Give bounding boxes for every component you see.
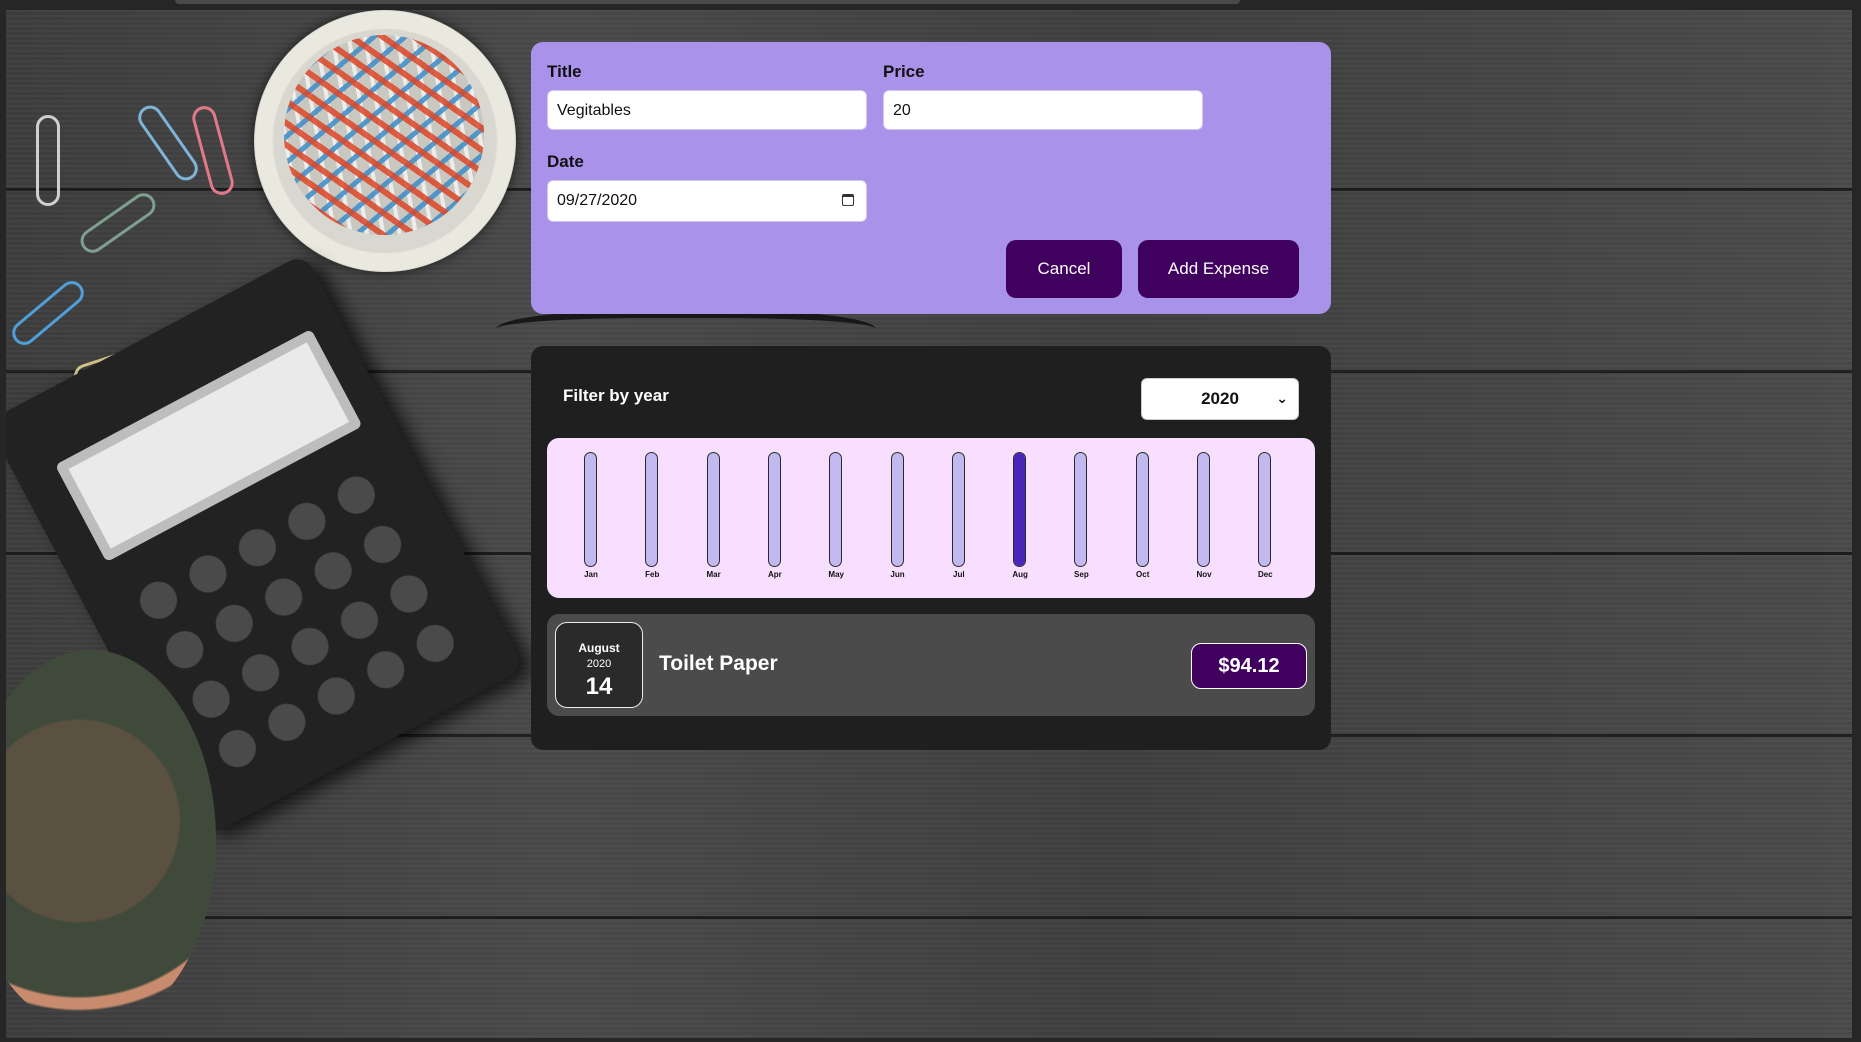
expense-date: August 2020 14 <box>555 622 643 708</box>
chart-bar-track <box>706 452 720 567</box>
chart-bar-aug: Aug <box>1000 452 1040 592</box>
chart-bar-mar: Mar <box>694 452 734 592</box>
price-input[interactable]: 20 <box>883 90 1203 130</box>
chart-bar-track <box>951 452 965 567</box>
chevron-down-icon: ⌄ <box>1276 390 1288 406</box>
calendar-icon[interactable] <box>842 194 854 206</box>
chart-bar-track <box>1197 452 1210 567</box>
cancel-button[interactable]: Cancel <box>1006 240 1122 298</box>
chart-bar-label: Aug <box>1012 570 1028 579</box>
chart-bar-label: Mar <box>706 570 721 579</box>
chart-bar-label: Sep <box>1074 570 1089 579</box>
expense-title: Toilet Paper <box>659 652 778 675</box>
expense-price: $94.12 <box>1191 643 1307 689</box>
chart-bar-jan: Jan <box>571 452 611 592</box>
chart-bar-label: Jun <box>890 570 905 579</box>
chart-bar-track <box>829 452 843 567</box>
chart-bar-label: Apr <box>768 570 782 579</box>
expenses-card: Filter by year 2020 ⌄ Jan Feb Mar Apr May Jun… <box>531 346 1331 750</box>
date-value: 09/27/2020 <box>557 192 638 209</box>
chart-bar-sep: Sep <box>1061 452 1101 592</box>
date-input[interactable]: 09/27/2020 <box>547 180 867 222</box>
chart-bar-apr: Apr <box>755 452 795 592</box>
expenses-chart: Jan Feb Mar Apr May Jun Jul Aug Sep Oct Nov Dec <box>547 438 1315 598</box>
chart-bar-label: Feb <box>645 570 660 579</box>
chart-bar-label: Oct <box>1136 570 1150 579</box>
add-expense-button[interactable]: Add Expense <box>1138 240 1299 298</box>
year-select[interactable]: 2020 ⌄ <box>1141 378 1299 420</box>
year-select-value: 2020 <box>1201 389 1239 408</box>
chart-bar-track <box>767 452 781 567</box>
chart-bar-label: Dec <box>1257 570 1273 579</box>
chart-bar-label: May <box>828 570 844 579</box>
chart-bar-jul: Jul <box>939 452 979 592</box>
chart-bar-label: Jan <box>584 570 598 579</box>
chart-bar-label: Nov <box>1196 570 1212 579</box>
chart-bar-nov: Nov <box>1184 452 1224 592</box>
new-expense-form: Title Vegitables Price 20 Date 09/27/202… <box>531 42 1331 314</box>
price-label: Price <box>883 62 925 81</box>
top-scroll-bar <box>175 0 1240 4</box>
chart-bar-track <box>1074 452 1088 567</box>
chart-bar-track <box>1135 452 1149 567</box>
chart-bar-track <box>584 452 597 567</box>
date-label: Date <box>547 152 584 171</box>
chart-bar-track <box>890 452 904 567</box>
filter-label: Filter by year <box>563 386 669 405</box>
chart-bar-feb: Feb <box>632 452 672 592</box>
chart-bar-oct: Oct <box>1123 452 1163 592</box>
expense-date-day: 14 <box>585 673 613 700</box>
paperclip-image <box>36 115 60 206</box>
title-label: Title <box>547 62 582 81</box>
chart-bar-fill <box>1014 453 1026 566</box>
chart-bar-label: Jul <box>953 570 965 579</box>
expense-date-month: August <box>578 641 620 655</box>
chart-bar-may: May <box>816 452 856 592</box>
chart-bar-track <box>645 452 659 567</box>
chart-bar-dec: Dec <box>1245 452 1285 592</box>
chart-bar-track <box>1013 452 1027 567</box>
expense-date-year: 2020 <box>586 658 612 670</box>
chart-bar-track <box>1258 452 1272 567</box>
expense-item: August 2020 14 Toilet Paper $94.12 <box>547 614 1315 716</box>
title-input[interactable]: Vegitables <box>547 90 867 130</box>
chart-bar-jun: Jun <box>878 452 918 592</box>
paperclip-cup-image <box>254 10 516 272</box>
